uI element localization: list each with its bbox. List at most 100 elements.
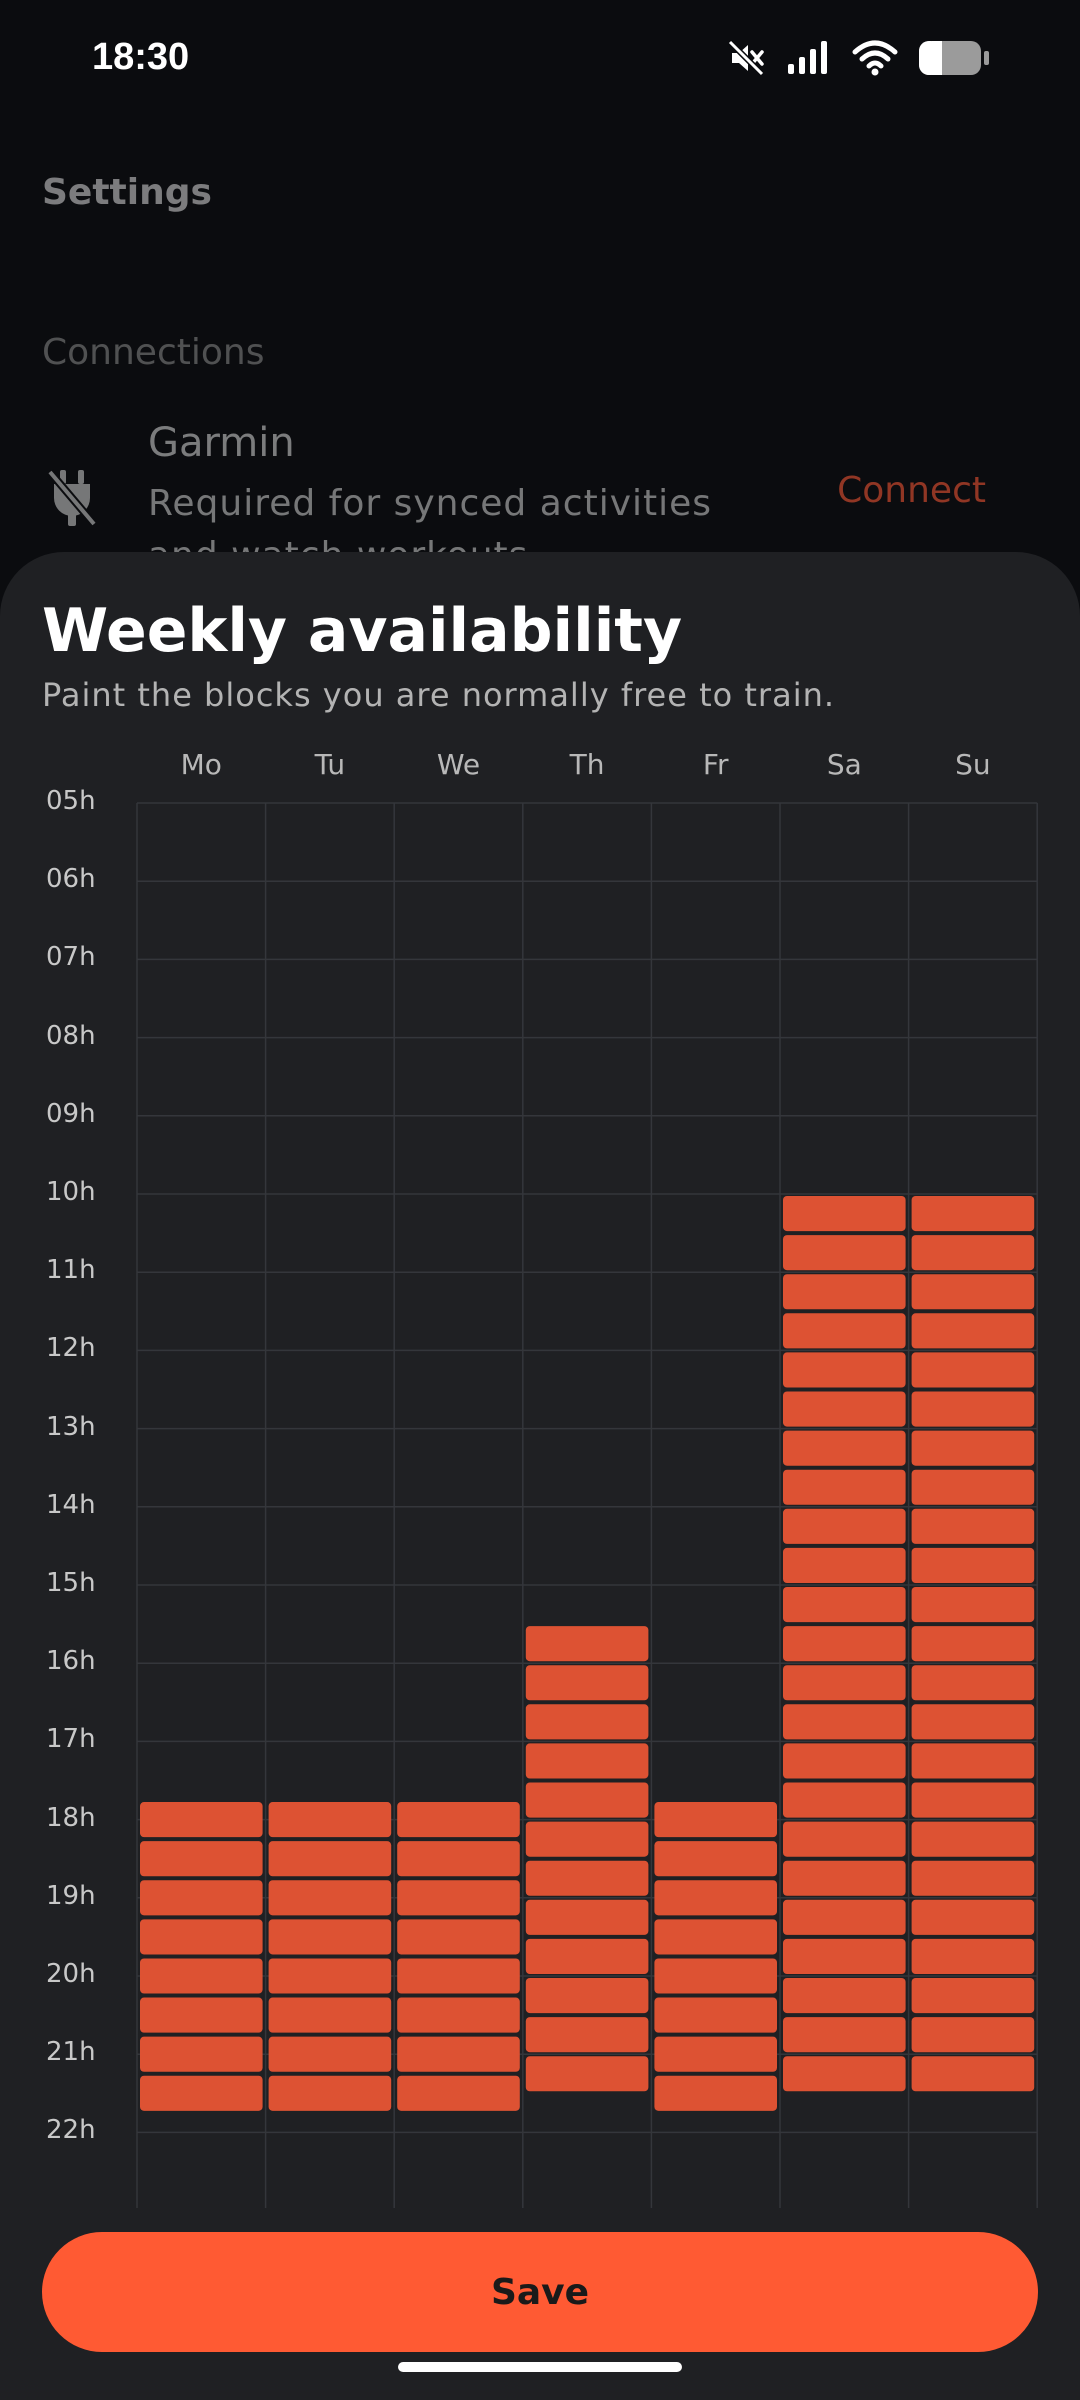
availability-block-sa[interactable] (783, 1235, 906, 1271)
availability-block-su[interactable] (911, 1508, 1035, 1544)
availability-block-th[interactable] (525, 1821, 649, 1857)
availability-block-fr[interactable] (654, 1958, 777, 1994)
availability-block-th[interactable] (525, 2017, 649, 2053)
availability-block-sa[interactable] (783, 1352, 906, 1388)
home-indicator (398, 2362, 682, 2372)
availability-block-fr[interactable] (654, 1880, 777, 1916)
availability-block-sa[interactable] (783, 1430, 906, 1466)
availability-block-mo[interactable] (140, 1997, 263, 2033)
availability-block-su[interactable] (911, 1743, 1035, 1779)
availability-block-su[interactable] (911, 1430, 1035, 1466)
availability-block-we[interactable] (397, 1919, 520, 1955)
wifi-icon (852, 40, 898, 76)
availability-block-fr[interactable] (654, 2075, 777, 2111)
availability-block-we[interactable] (397, 2036, 520, 2072)
availability-block-su[interactable] (911, 1196, 1035, 1232)
availability-block-su[interactable] (911, 2056, 1035, 2092)
day-label-su: Su (955, 748, 991, 781)
save-button[interactable]: Save (42, 2232, 1038, 2352)
availability-block-we[interactable] (397, 1958, 520, 1994)
availability-block-th[interactable] (525, 1782, 649, 1818)
availability-block-sa[interactable] (783, 1313, 906, 1349)
availability-block-sa[interactable] (783, 1821, 906, 1857)
availability-block-tu[interactable] (268, 1841, 392, 1877)
availability-block-sa[interactable] (783, 1938, 906, 1974)
availability-block-fr[interactable] (654, 1919, 777, 1955)
availability-block-tu[interactable] (268, 1802, 392, 1838)
availability-block-sa[interactable] (783, 1704, 906, 1740)
availability-grid[interactable] (0, 552, 1080, 2400)
connect-button[interactable]: Connect (837, 470, 986, 511)
availability-block-su[interactable] (911, 1821, 1035, 1857)
availability-block-mo[interactable] (140, 1958, 263, 1994)
availability-block-th[interactable] (525, 1704, 649, 1740)
availability-block-we[interactable] (397, 1880, 520, 1916)
availability-block-th[interactable] (525, 1899, 649, 1935)
availability-block-su[interactable] (911, 1704, 1035, 1740)
availability-block-sa[interactable] (783, 1978, 906, 2014)
availability-block-sa[interactable] (783, 1196, 906, 1232)
availability-block-su[interactable] (911, 1235, 1035, 1271)
availability-block-su[interactable] (911, 1352, 1035, 1388)
availability-block-mo[interactable] (140, 1802, 263, 1838)
availability-block-mo[interactable] (140, 1919, 263, 1955)
hour-label: 07h (46, 942, 96, 973)
availability-block-th[interactable] (525, 1938, 649, 1974)
availability-block-sa[interactable] (783, 1743, 906, 1779)
availability-block-we[interactable] (397, 1841, 520, 1877)
availability-block-su[interactable] (911, 1899, 1035, 1935)
availability-block-su[interactable] (911, 1860, 1035, 1896)
availability-block-fr[interactable] (654, 1997, 777, 2033)
availability-block-we[interactable] (397, 1997, 520, 2033)
availability-block-sa[interactable] (783, 1860, 906, 1896)
availability-block-mo[interactable] (140, 2036, 263, 2072)
availability-block-su[interactable] (911, 1782, 1035, 1818)
availability-block-fr[interactable] (654, 2036, 777, 2072)
battery-icon (918, 40, 990, 76)
availability-block-we[interactable] (397, 1802, 520, 1838)
availability-block-th[interactable] (525, 1665, 649, 1701)
availability-block-sa[interactable] (783, 2056, 906, 2092)
hour-label: 16h (46, 1646, 96, 1677)
availability-block-su[interactable] (911, 1469, 1035, 1505)
availability-block-sa[interactable] (783, 1626, 906, 1662)
availability-block-mo[interactable] (140, 2075, 263, 2111)
availability-block-sa[interactable] (783, 1547, 906, 1583)
availability-block-sa[interactable] (783, 1665, 906, 1701)
availability-block-su[interactable] (911, 1978, 1035, 2014)
availability-block-tu[interactable] (268, 2075, 392, 2111)
availability-block-fr[interactable] (654, 1802, 777, 1838)
availability-block-sa[interactable] (783, 1899, 906, 1935)
availability-block-su[interactable] (911, 2017, 1035, 2053)
availability-block-tu[interactable] (268, 1958, 392, 1994)
availability-block-su[interactable] (911, 1626, 1035, 1662)
availability-block-sa[interactable] (783, 1469, 906, 1505)
availability-block-su[interactable] (911, 1665, 1035, 1701)
availability-block-sa[interactable] (783, 1587, 906, 1623)
availability-block-th[interactable] (525, 1860, 649, 1896)
availability-block-su[interactable] (911, 1313, 1035, 1349)
availability-block-su[interactable] (911, 1938, 1035, 1974)
availability-block-mo[interactable] (140, 1841, 263, 1877)
hour-label: 21h (46, 2037, 96, 2068)
availability-block-th[interactable] (525, 1743, 649, 1779)
availability-block-sa[interactable] (783, 2017, 906, 2053)
availability-block-th[interactable] (525, 1626, 649, 1662)
availability-block-sa[interactable] (783, 1274, 906, 1310)
availability-block-sa[interactable] (783, 1782, 906, 1818)
availability-block-su[interactable] (911, 1274, 1035, 1310)
availability-block-sa[interactable] (783, 1508, 906, 1544)
availability-block-th[interactable] (525, 2056, 649, 2092)
availability-block-th[interactable] (525, 1978, 649, 2014)
availability-block-fr[interactable] (654, 1841, 777, 1877)
availability-block-tu[interactable] (268, 1997, 392, 2033)
availability-block-we[interactable] (397, 2075, 520, 2111)
availability-block-tu[interactable] (268, 2036, 392, 2072)
availability-block-su[interactable] (911, 1587, 1035, 1623)
availability-block-tu[interactable] (268, 1919, 392, 1955)
availability-block-mo[interactable] (140, 1880, 263, 1916)
availability-block-tu[interactable] (268, 1880, 392, 1916)
availability-block-su[interactable] (911, 1547, 1035, 1583)
availability-block-su[interactable] (911, 1391, 1035, 1427)
availability-block-sa[interactable] (783, 1391, 906, 1427)
